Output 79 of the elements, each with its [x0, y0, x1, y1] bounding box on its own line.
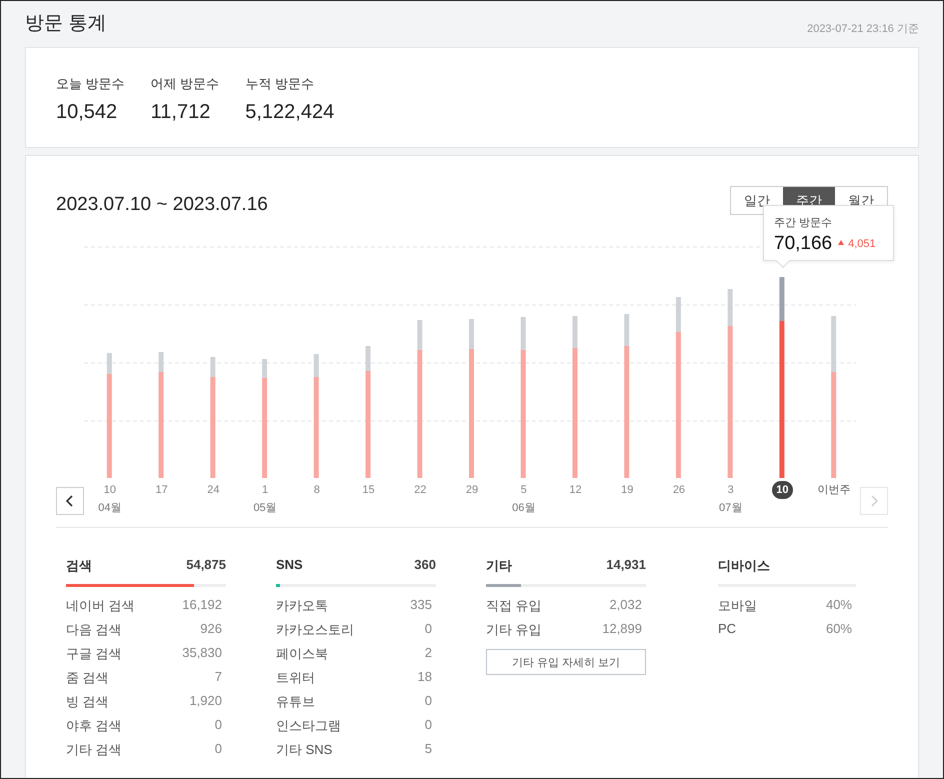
section-title: 검색: [66, 557, 92, 575]
month-label: 07월: [719, 501, 742, 515]
section-title: SNS: [276, 557, 303, 574]
row-label: 인스타그램: [276, 717, 341, 735]
row-value: 5: [424, 741, 433, 758]
chevron-right-icon: [870, 495, 878, 507]
row-value: 0: [424, 621, 433, 638]
stat-label: 어제 방문수: [150, 75, 220, 93]
stat-value: 10,542: [56, 101, 118, 124]
week-label[interactable]: 3: [724, 481, 737, 499]
row-label: 페이스북: [276, 645, 328, 663]
stat-value: 5,122,424: [245, 101, 334, 124]
section-total: 54,875: [186, 557, 226, 574]
week-label[interactable]: 8: [310, 481, 323, 499]
row-label: 기타 SNS: [276, 741, 332, 759]
section-total: 360: [414, 557, 436, 574]
row-value: 40%: [826, 597, 853, 614]
section-total: 14,931: [606, 557, 646, 574]
row-value: 2,032: [609, 597, 643, 614]
chevron-left-icon: [66, 495, 74, 507]
week-label[interactable]: 26: [670, 481, 688, 499]
row-value: 35,830: [182, 645, 223, 662]
row-label: 줌 검색: [66, 669, 109, 687]
week-label[interactable]: 1: [259, 481, 272, 499]
section-title: 디바이스: [718, 557, 770, 575]
week-label[interactable]: 12: [566, 481, 585, 499]
date-range: 2023.07.10 ~ 2023.07.16: [56, 194, 268, 216]
row-value: 335: [410, 597, 433, 614]
row-value: 1,920: [189, 693, 223, 710]
row-label: 직접 유입: [486, 597, 542, 615]
stat-label: 누적 방문수: [245, 75, 315, 93]
tooltip-change: 4,051: [848, 238, 876, 250]
month-label: 04월: [98, 501, 122, 515]
tooltip-label: 주간 방문수: [774, 216, 834, 230]
row-value: 7: [214, 669, 223, 686]
details-button[interactable]: 기타 유입 자세히 보기: [486, 649, 646, 675]
row-label: 빙 검색: [66, 693, 109, 711]
row-label: 기타 검색: [66, 741, 122, 759]
week-label[interactable]: 이번주: [814, 481, 854, 499]
row-label: 네이버 검색: [66, 597, 135, 615]
week-label[interactable]: 10: [772, 481, 793, 499]
row-label: 유튜브: [276, 693, 315, 711]
week-label[interactable]: 15: [359, 481, 378, 499]
row-label: 카카오스토리: [276, 621, 354, 639]
month-label: 06월: [512, 501, 536, 515]
week-label[interactable]: 22: [411, 481, 430, 499]
row-value: 18: [418, 669, 433, 686]
row-label: 야후 검색: [66, 717, 122, 735]
row-label: 다음 검색: [66, 621, 122, 639]
row-label: 모바일: [718, 597, 757, 615]
row-value: 0: [424, 693, 433, 710]
row-label: 기타 유입: [486, 621, 542, 639]
row-value: 16,192: [182, 597, 223, 614]
week-label[interactable]: 17: [152, 481, 171, 499]
row-label: 트위터: [276, 669, 315, 687]
week-label[interactable]: 10: [100, 481, 119, 499]
stat-label: 오늘 방문수: [56, 75, 125, 93]
week-label[interactable]: 19: [618, 481, 636, 499]
previous-button[interactable]: [56, 487, 84, 515]
row-value: 0: [214, 717, 223, 734]
row-value: 926: [200, 621, 223, 638]
week-label[interactable]: 29: [462, 481, 482, 499]
row-value: 2: [424, 645, 433, 662]
page-title: 방문 통계: [25, 12, 106, 36]
tooltip-value: 70,166: [774, 233, 832, 255]
row-value: 0: [214, 741, 223, 758]
week-label[interactable]: 5: [518, 481, 530, 499]
row-label: PC: [718, 621, 736, 638]
month-label: 05월: [253, 501, 277, 515]
row-value: 60%: [826, 621, 853, 638]
stat-value: 11,712: [150, 101, 212, 124]
row-label: 구글 검색: [66, 645, 122, 663]
row-value: 0: [424, 717, 433, 734]
row-value: 12,899: [602, 621, 643, 638]
timestamp: 2023-07-21 23:16 기준: [807, 22, 919, 36]
row-label: 카카오톡: [276, 597, 328, 615]
section-title: 기타: [486, 557, 512, 575]
up-triangle-icon: [838, 240, 844, 244]
week-label[interactable]: 24: [204, 481, 222, 499]
